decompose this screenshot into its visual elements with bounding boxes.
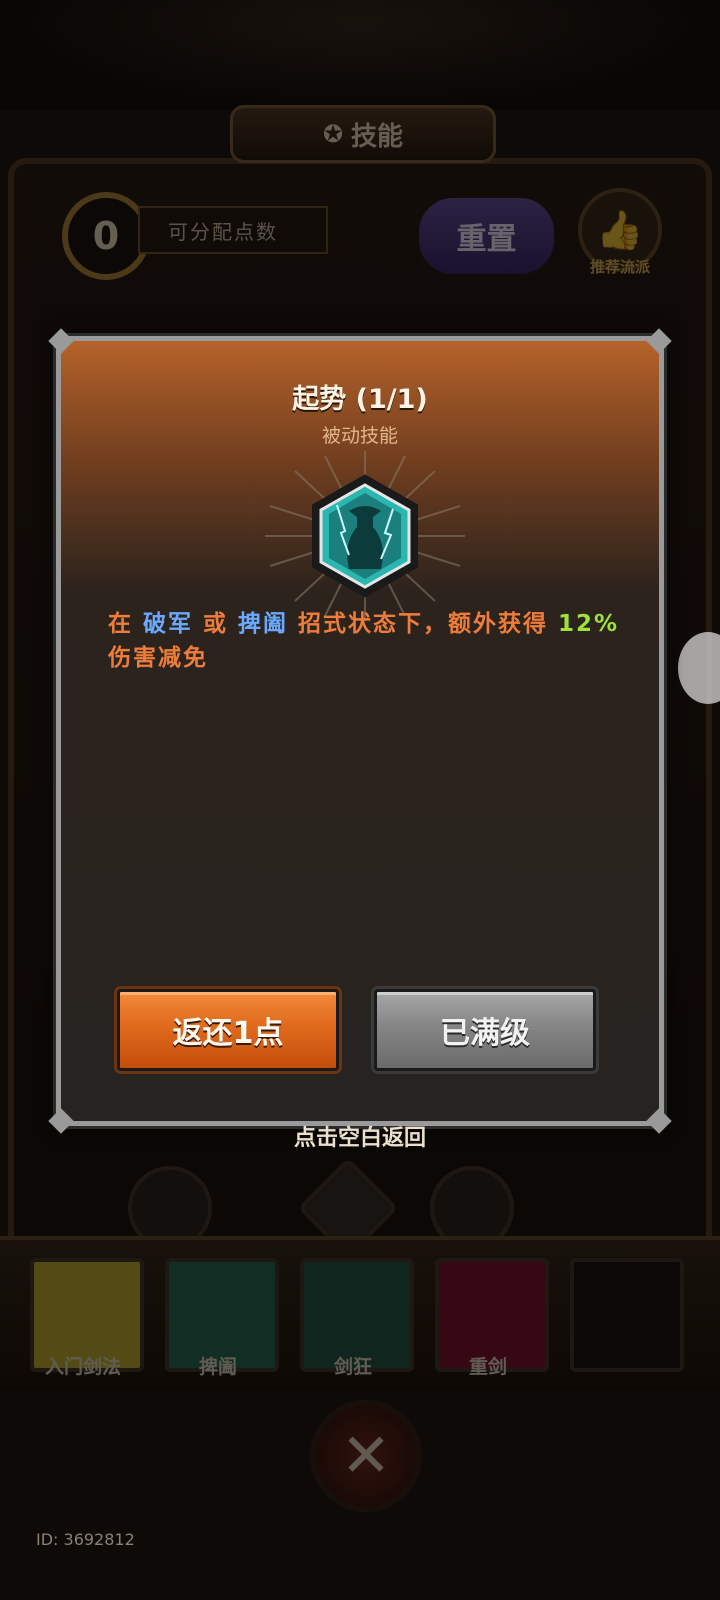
recommend-build-label: 推荐流派 [589,258,650,276]
tap-blank-to-return-hint[interactable]: 点击空白返回 [0,1120,720,1152]
skill-slot-label: 重剑 [468,1356,507,1378]
top-ornament [0,0,720,110]
crossed-swords-icon[interactable]: ✕ [310,1400,422,1512]
skill-slot-label: 入门剑法 [44,1356,121,1378]
desc-text: 在 [108,611,144,637]
skill-slot-label: 剑狂 [333,1356,372,1378]
player-id: ID: 3692812 [36,1530,135,1549]
page-title: ✪ 技能 [230,105,496,163]
desc-text: 或 [193,611,239,637]
desc-keyword: 破军 [143,611,194,637]
skill-emblem-icon: ✪ [322,120,344,148]
skill-slot-empty[interactable] [570,1258,684,1372]
recommend-build-button[interactable]: 👍 推荐流派 [568,188,672,280]
desc-text: 招式状态下，额外获得 [288,611,559,637]
desc-value: 12% [558,611,620,637]
page-title-label: 技能 [351,121,404,152]
skill-type: 被动技能 [321,425,398,447]
desc-text: 伤害减免 [108,645,208,671]
max-level-button[interactable]: 已满级 [374,989,596,1071]
reset-button[interactable]: 重置 [415,194,558,278]
desc-keyword: 捭阖 [238,611,289,637]
skill-slot-label: 捭阖 [198,1356,237,1378]
available-points-label: 可分配点数 [138,206,328,254]
available-points-value: 0 [62,192,150,280]
skill-icon-area [265,451,465,621]
skill-title: 起势 (1/1) [292,384,428,415]
skill-detail-dialog: 起势 (1/1) 被动技能 在 破军 或 捭阖 招式状态下，额外获得 12% 伤… [48,328,672,1134]
return-point-button[interactable]: 返还1点 [117,989,339,1071]
swordsman-silhouette-icon [265,451,465,621]
skill-description: 在 破军 或 捭阖 招式状态下，额外获得 12% 伤害减免 [108,607,628,675]
